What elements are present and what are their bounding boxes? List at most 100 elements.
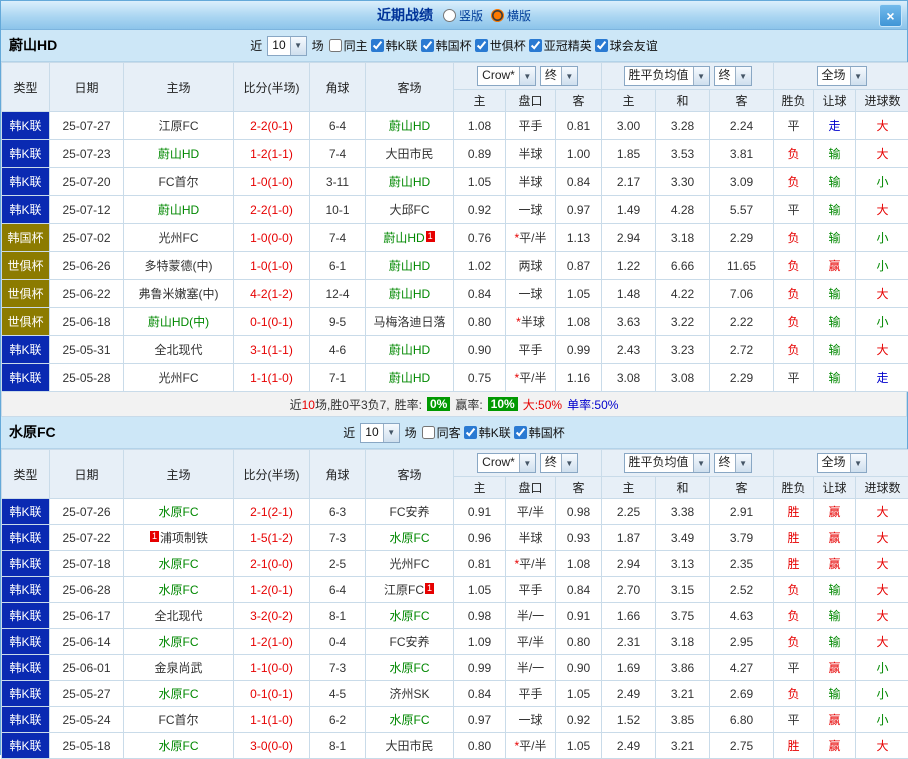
cell-avg-away: 3.81 [710, 140, 774, 168]
filter-checkbox-球会友谊[interactable]: 球会友谊 [595, 37, 658, 54]
cell-handicap: 一球 [506, 280, 556, 308]
bookmaker-dropdown[interactable]: Crow* ▼ [477, 66, 536, 86]
team-name-away: 水原FC [9, 417, 56, 448]
cell-date: 25-07-22 [50, 525, 124, 551]
cell-result: 负 [774, 603, 814, 629]
cell-goals: 小 [856, 252, 908, 280]
checkbox-同客[interactable] [422, 426, 435, 439]
avg-odds-dropdown[interactable]: 胜平负均值 ▼ [624, 66, 710, 86]
checkbox-韩国杯[interactable] [421, 39, 434, 52]
cell-corners: 12-4 [310, 280, 366, 308]
bookmaker-dropdown[interactable]: Crow* ▼ [477, 453, 536, 473]
cell-result: 平 [774, 707, 814, 733]
cell-avg-draw: 3.85 [656, 707, 710, 733]
cell-odds-home: 1.09 [454, 629, 506, 655]
horizontal-radio[interactable] [491, 9, 504, 22]
cell-result: 胜 [774, 499, 814, 525]
cell-handicap: 平/半 [506, 629, 556, 655]
filter-checkbox-同主[interactable]: 同主 [329, 37, 368, 54]
cell-handicap: 平手 [506, 681, 556, 707]
profit-rate-label: 赢率: [455, 396, 482, 413]
odds-final-dropdown[interactable]: 终 ▼ [540, 66, 578, 86]
filter-bar: 近 10 ▼ 场 同客韩K联韩国杯 [343, 423, 564, 443]
avg-final-dropdown[interactable]: 终 ▼ [714, 66, 752, 86]
team-name-text: FC首尔 [159, 713, 199, 727]
chevron-down-icon: ▼ [519, 454, 535, 472]
team-name-text: 蔚山HD [389, 259, 430, 273]
match-count-dropdown[interactable]: 10 ▼ [267, 36, 306, 56]
cell-avg-home: 2.94 [602, 551, 656, 577]
cell-league: 韩K联 [2, 112, 50, 140]
checkbox-世俱杯[interactable] [475, 39, 488, 52]
team-name-text: 水原FC [159, 635, 199, 649]
team-name-text: 蔚山HD(中) [148, 315, 209, 329]
cell-away-team: FC安养 [366, 629, 454, 655]
odds-final-dropdown[interactable]: 终 ▼ [540, 453, 578, 473]
cell-avg-home: 1.66 [602, 603, 656, 629]
cell-score: 1-2(1-1) [234, 140, 310, 168]
avg-group-header: 胜平负均值 ▼ 终 ▼ [602, 450, 774, 477]
cell-handicap-result: 输 [814, 140, 856, 168]
checkbox-韩K联[interactable] [464, 426, 477, 439]
scope-dropdown[interactable]: 全场 ▼ [817, 453, 867, 473]
cell-away-team: 蔚山HD [366, 252, 454, 280]
cell-handicap-result: 赢 [814, 551, 856, 577]
cell-league: 世俱杯 [2, 252, 50, 280]
cell-avg-away: 4.63 [710, 603, 774, 629]
checkbox-亚冠精英[interactable] [529, 39, 542, 52]
cell-avg-home: 1.69 [602, 655, 656, 681]
cell-score: 1-5(1-2) [234, 525, 310, 551]
checkbox-球会友谊[interactable] [595, 39, 608, 52]
layout-option-vertical[interactable]: 竖版 [443, 7, 483, 24]
cell-odds-home: 0.76 [454, 224, 506, 252]
vertical-radio[interactable] [443, 9, 456, 22]
cell-avg-home: 2.25 [602, 499, 656, 525]
cell-home-team: 光州FC [124, 364, 234, 392]
near-label: 近 [250, 37, 262, 54]
filter-checkbox-韩国杯[interactable]: 韩国杯 [514, 424, 565, 441]
cell-odds-away: 0.98 [556, 499, 602, 525]
cell-goals: 大 [856, 577, 908, 603]
team-name-text: 水原FC [159, 739, 199, 753]
cell-away-team: 水原FC [366, 525, 454, 551]
scope-dropdown[interactable]: 全场 ▼ [817, 66, 867, 86]
match-count-dropdown[interactable]: 10 ▼ [360, 423, 399, 443]
layout-option-horizontal[interactable]: 横版 [491, 7, 531, 24]
match-row: 韩K联25-07-12蔚山HD2-2(1-0)10-1大邱FC0.92一球0.9… [2, 196, 908, 224]
sub-goals: 进球数 [856, 477, 908, 499]
team-name-text: 蔚山HD [389, 119, 430, 133]
cell-score: 2-1(0-0) [234, 551, 310, 577]
cell-handicap: 两球 [506, 252, 556, 280]
cell-home-team: 全北现代 [124, 603, 234, 629]
cell-corners: 9-5 [310, 308, 366, 336]
cell-handicap-result: 赢 [814, 655, 856, 681]
win-rate-label: 胜率: [395, 396, 422, 413]
filter-checkbox-世俱杯[interactable]: 世俱杯 [475, 37, 526, 54]
filter-checkbox-韩K联[interactable]: 韩K联 [371, 37, 418, 54]
filter-bar: 近 10 ▼ 场 同主韩K联韩国杯世俱杯亚冠精英球会友谊 [250, 36, 657, 56]
filter-checkbox-亚冠精英[interactable]: 亚冠精英 [529, 37, 592, 54]
col-header-date: 日期 [50, 450, 124, 499]
cell-date: 25-07-18 [50, 551, 124, 577]
cell-result: 平 [774, 196, 814, 224]
match-row: 世俱杯25-06-26多特蒙德(中)1-0(1-0)6-1蔚山HD1.02两球0… [2, 252, 908, 280]
near-label: 近 [343, 424, 355, 441]
red-card-badge: 1 [425, 583, 434, 594]
close-icon[interactable]: × [879, 4, 902, 27]
cell-away-team: 光州FC [366, 551, 454, 577]
cell-handicap-result: 赢 [814, 525, 856, 551]
cell-odds-away: 0.99 [556, 336, 602, 364]
cell-league: 韩K联 [2, 336, 50, 364]
checkbox-韩国杯[interactable] [514, 426, 527, 439]
checkbox-同主[interactable] [329, 39, 342, 52]
checkbox-韩K联[interactable] [371, 39, 384, 52]
avg-final-dropdown[interactable]: 终 ▼ [714, 453, 752, 473]
cell-odds-home: 1.05 [454, 168, 506, 196]
filter-checkbox-同客[interactable]: 同客 [422, 424, 461, 441]
filter-checkbox-韩K联[interactable]: 韩K联 [464, 424, 511, 441]
filter-checkbox-韩国杯[interactable]: 韩国杯 [421, 37, 472, 54]
team-name-home: 蔚山HD [9, 30, 57, 61]
sub-odds-away: 客 [556, 90, 602, 112]
cell-result: 胜 [774, 551, 814, 577]
avg-odds-dropdown[interactable]: 胜平负均值 ▼ [624, 453, 710, 473]
